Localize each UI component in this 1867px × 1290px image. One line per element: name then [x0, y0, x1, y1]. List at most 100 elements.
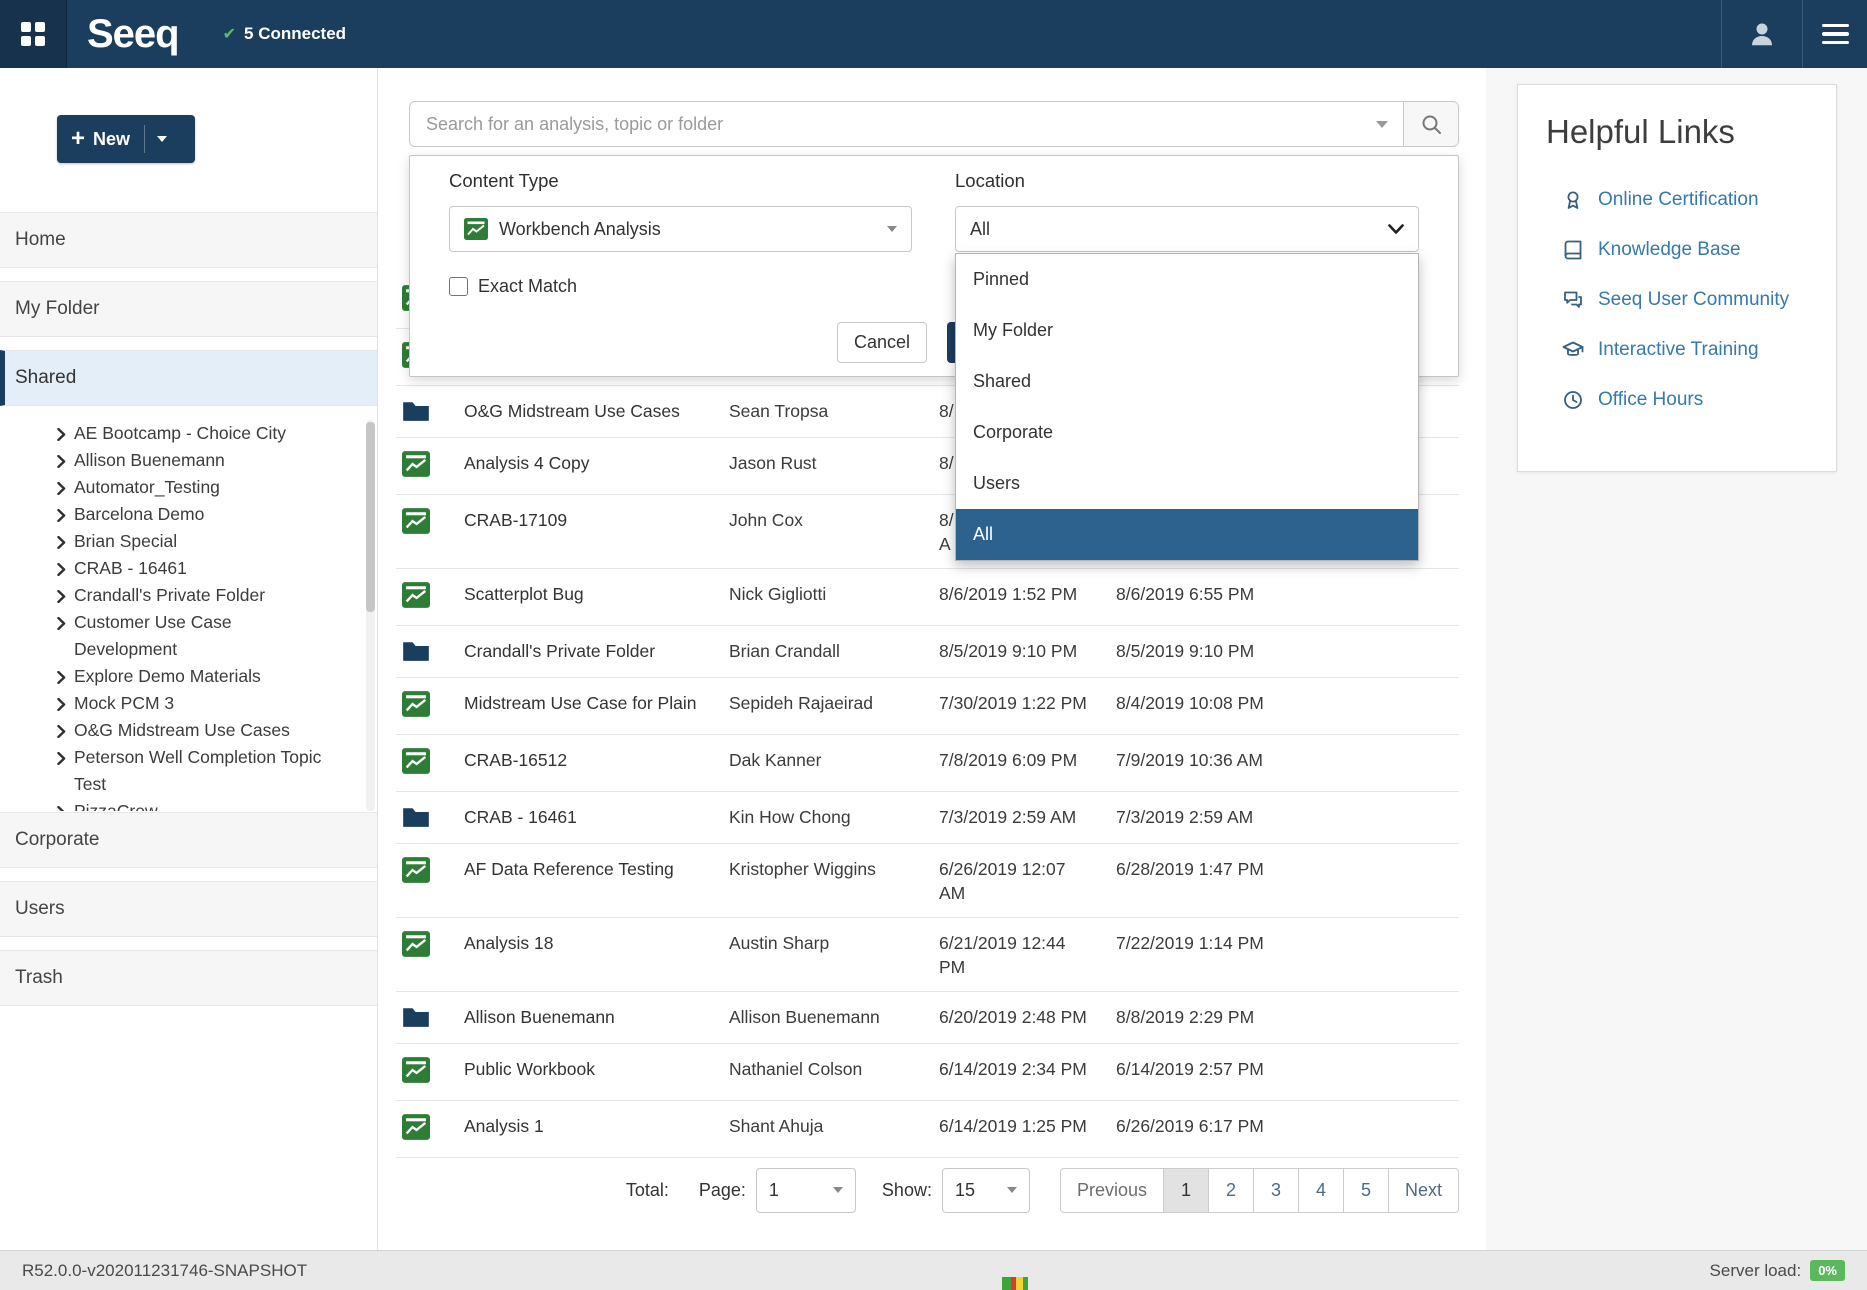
- tree-item[interactable]: Peterson Well Completion Topic Test: [57, 744, 366, 798]
- table-row[interactable]: Analysis 1 Shant Ahuja 6/14/2019 1:25 PM…: [396, 1101, 1459, 1158]
- connection-status-label: 5 Connected: [244, 24, 346, 44]
- helpful-link[interactable]: Seeq User Community: [1562, 275, 1836, 325]
- location-option[interactable]: My Folder: [956, 305, 1418, 356]
- tree-item[interactable]: Barcelona Demo: [57, 501, 366, 528]
- sidebar-nav-item[interactable]: Home: [0, 212, 377, 268]
- tree-item[interactable]: Automator_Testing: [57, 474, 366, 501]
- sidebar-nav-item[interactable]: Shared: [0, 350, 377, 406]
- search-bar: [409, 101, 1459, 147]
- search-input[interactable]: [410, 114, 1361, 135]
- table-row[interactable]: Crandall's Private Folder Brian Crandall…: [396, 626, 1459, 678]
- advanced-search-panel: Content Type Workbench Analysis Location…: [409, 155, 1459, 377]
- table-row[interactable]: CRAB - 16461 Kin How Chong 7/3/2019 2:59…: [396, 792, 1459, 844]
- page-number-button[interactable]: 5: [1343, 1168, 1389, 1213]
- tree-item[interactable]: Explore Demo Materials: [57, 663, 366, 690]
- book-icon: [1562, 239, 1584, 261]
- exact-match-label: Exact Match: [478, 276, 577, 297]
- chevron-right-icon: [57, 501, 74, 527]
- helpful-links-title: Helpful Links: [1546, 113, 1836, 151]
- table-row[interactable]: CRAB-16512 Dak Kanner 7/8/2019 6:09 PM 7…: [396, 735, 1459, 792]
- tree-scrollbar-thumb[interactable]: [366, 422, 375, 612]
- table-row[interactable]: Midstream Use Case for Plain Sepideh Raj…: [396, 678, 1459, 735]
- plus-icon: +: [71, 117, 85, 161]
- page-number-button[interactable]: 4: [1298, 1168, 1344, 1213]
- tree-item[interactable]: PizzaCrew: [57, 798, 366, 811]
- cancel-button[interactable]: Cancel: [837, 322, 927, 363]
- item-name: Analysis 1: [464, 1114, 729, 1138]
- show-select[interactable]: 15: [942, 1168, 1030, 1213]
- sidebar-nav-item[interactable]: Corporate: [0, 812, 377, 868]
- item-updated-at: 6/28/2019 1:47 PM: [1116, 857, 1459, 881]
- previous-page-button[interactable]: Previous: [1060, 1168, 1164, 1213]
- item-updated-at: 8/4/2019 10:08 PM: [1116, 691, 1459, 715]
- page-select[interactable]: 1: [756, 1168, 856, 1213]
- tree-item[interactable]: CRAB - 16461: [57, 555, 366, 582]
- location-label: Location: [955, 170, 1025, 192]
- page-number-button[interactable]: 3: [1253, 1168, 1299, 1213]
- location-option[interactable]: Shared: [956, 356, 1418, 407]
- table-row[interactable]: Public Workbook Nathaniel Colson 6/14/20…: [396, 1044, 1459, 1101]
- helpful-link[interactable]: Online Certification: [1562, 175, 1836, 225]
- tree-item[interactable]: Allison Buenemann: [57, 447, 366, 474]
- item-name: Allison Buenemann: [464, 1005, 729, 1029]
- tree-item[interactable]: Customer Use Case Development: [57, 609, 366, 663]
- item-type-icon: [402, 464, 430, 481]
- main-content: O&G Midstream Use Cases Sean Tropsa 8/: [379, 68, 1486, 1250]
- user-profile-button[interactable]: [1721, 0, 1803, 68]
- sidebar-nav-item[interactable]: Users: [0, 881, 377, 937]
- content-type-select[interactable]: Workbench Analysis: [449, 206, 912, 252]
- helpful-link[interactable]: Interactive Training: [1562, 325, 1836, 375]
- seeq-logo[interactable]: Seeq: [87, 0, 179, 68]
- tree-item[interactable]: Brian Special: [57, 528, 366, 555]
- sidebar-nav-label: Corporate: [15, 829, 100, 851]
- item-updated-at: 7/3/2019 2:59 AM: [1116, 805, 1459, 829]
- tree-item-label: Barcelona Demo: [74, 501, 204, 528]
- search-button[interactable]: [1403, 102, 1458, 146]
- location-option[interactable]: All: [956, 509, 1418, 560]
- page-number-button[interactable]: 2: [1208, 1168, 1254, 1213]
- table-row[interactable]: Allison Buenemann Allison Buenemann 6/20…: [396, 992, 1459, 1044]
- tree-item[interactable]: AE Bootcamp - Choice City: [57, 420, 366, 447]
- status-color-strip: [1002, 1277, 1028, 1290]
- sidebar-nav-item[interactable]: My Folder: [0, 281, 377, 337]
- location-option[interactable]: Corporate: [956, 407, 1418, 458]
- exact-match-checkbox[interactable]: Exact Match: [449, 276, 577, 297]
- search-options-toggle[interactable]: [1361, 102, 1403, 146]
- item-created-at: 7/30/2019 1:22 PM: [939, 691, 1116, 715]
- item-name: CRAB-17109: [464, 508, 729, 532]
- location-option[interactable]: Users: [956, 458, 1418, 509]
- tree-item[interactable]: O&G Midstream Use Cases: [57, 717, 366, 744]
- location-select[interactable]: All: [955, 206, 1419, 252]
- helpful-link[interactable]: Office Hours: [1562, 375, 1836, 425]
- tree-item[interactable]: Crandall's Private Folder: [57, 582, 366, 609]
- page-label: Page:: [699, 1180, 746, 1201]
- table-row[interactable]: Scatterplot Bug Nick Gigliotti 8/6/2019 …: [396, 569, 1459, 626]
- tree-item-label: PizzaCrew: [74, 798, 158, 811]
- helpful-link-label: Online Certification: [1598, 189, 1759, 211]
- main-menu-button[interactable]: [1803, 0, 1867, 68]
- item-created-at: 8/6/2019 1:52 PM: [939, 582, 1116, 606]
- show-label: Show:: [882, 1180, 932, 1201]
- helpful-link[interactable]: Knowledge Base: [1562, 225, 1836, 275]
- item-updated-at: 8/8/2019 2:29 PM: [1116, 1005, 1459, 1029]
- sidebar-nav-label: Trash: [15, 967, 63, 989]
- location-option-label: My Folder: [973, 320, 1053, 341]
- next-page-button[interactable]: Next: [1388, 1168, 1459, 1213]
- tree-item-label: Automator_Testing: [74, 474, 220, 501]
- location-option-label: Pinned: [973, 269, 1029, 290]
- folder-icon: [402, 805, 430, 829]
- analysis-icon: [402, 582, 430, 608]
- table-row[interactable]: Analysis 18 Austin Sharp 6/21/2019 12:44…: [396, 918, 1459, 992]
- new-button[interactable]: + New: [57, 115, 195, 163]
- tree-item[interactable]: Mock PCM 3: [57, 690, 366, 717]
- page-number-button[interactable]: 1: [1163, 1168, 1209, 1213]
- location-option[interactable]: Pinned: [956, 254, 1418, 305]
- sidebar-nav-item[interactable]: Trash: [0, 950, 377, 1006]
- app-launcher-button[interactable]: [0, 0, 67, 68]
- table-row[interactable]: AF Data Reference Testing Kristopher Wig…: [396, 844, 1459, 918]
- item-name: Analysis 4 Copy: [464, 451, 729, 475]
- chevron-right-icon: [57, 474, 74, 500]
- item-owner: John Cox: [729, 508, 939, 532]
- tree-item-label: Peterson Well Completion Topic Test: [74, 744, 334, 798]
- sidebar-nav-bottom: Corporate Users Trash: [0, 812, 377, 1019]
